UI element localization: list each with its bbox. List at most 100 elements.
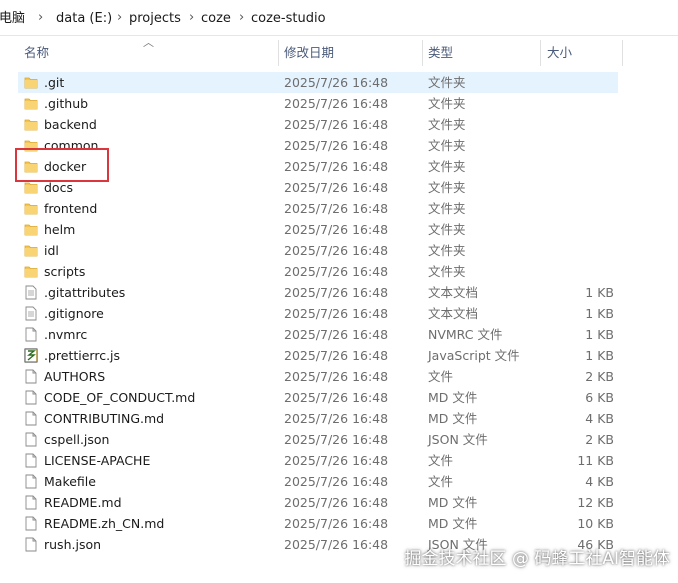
file-modified-date: 2025/7/26 16:48 xyxy=(284,390,389,405)
file-row[interactable]: CODE_OF_CONDUCT.md 2025/7/26 16:48 MD 文件 6 … xyxy=(18,387,618,408)
file-icon xyxy=(24,474,38,489)
file-row[interactable]: cspell.json 2025/7/26 16:48 JSON 文件 2 KB xyxy=(18,429,618,450)
file-type: 文件夹 xyxy=(428,75,466,90)
file-row[interactable]: docker 2025/7/26 16:48 文件夹 xyxy=(18,156,618,177)
file-size: 4 KB xyxy=(585,474,614,489)
file-type: 文本文档 xyxy=(428,285,479,300)
file-size: 1 KB xyxy=(585,285,614,300)
file-icon xyxy=(24,432,38,447)
file-name: CONTRIBUTING.md xyxy=(44,411,165,426)
file-type: 文件夹 xyxy=(428,117,466,132)
watermark: 掘金技术社区 @ 码蜂工社AI智能体 xyxy=(404,549,670,569)
file-type: MD 文件 xyxy=(428,411,478,426)
file-row[interactable]: .prettierrc.js 2025/7/26 16:48 JavaScript … xyxy=(18,345,618,366)
file-name: rush.json xyxy=(44,537,102,552)
column-divider[interactable] xyxy=(622,40,623,66)
file-row[interactable]: idl 2025/7/26 16:48 文件夹 xyxy=(18,240,618,261)
column-divider[interactable] xyxy=(540,40,541,66)
file-name: common xyxy=(44,138,99,153)
file-type: 文本文档 xyxy=(428,306,479,321)
file-icon xyxy=(24,537,38,552)
file-row[interactable]: CONTRIBUTING.md 2025/7/26 16:48 MD 文件 4 KB xyxy=(18,408,618,429)
file-modified-date: 2025/7/26 16:48 xyxy=(284,369,389,384)
file-name: LICENSE-APACHE xyxy=(44,453,151,468)
file-modified-date: 2025/7/26 16:48 xyxy=(284,306,389,321)
file-row[interactable]: AUTHORS 2025/7/26 16:48 文件 2 KB xyxy=(18,366,618,387)
breadcrumb-coze-studio[interactable]: coze-studio xyxy=(251,11,326,27)
breadcrumb-projects[interactable]: projects xyxy=(129,11,181,27)
column-modified-header[interactable]: 修改日期 xyxy=(284,36,334,70)
file-row[interactable]: LICENSE-APACHE 2025/7/26 16:48 文件 11 KB xyxy=(18,450,618,471)
breadcrumb-drive[interactable]: data (E:) xyxy=(56,11,112,27)
breadcrumb-separator-icon: › xyxy=(189,10,195,25)
column-type-header[interactable]: 类型 xyxy=(428,36,453,70)
file-modified-date: 2025/7/26 16:48 xyxy=(284,474,389,489)
file-row[interactable]: helm 2025/7/26 16:48 文件夹 xyxy=(18,219,618,240)
file-icon xyxy=(24,495,38,510)
file-size: 2 KB xyxy=(585,369,614,384)
file-row[interactable]: .github 2025/7/26 16:48 文件夹 xyxy=(18,93,618,114)
file-modified-date: 2025/7/26 16:48 xyxy=(284,453,389,468)
file-size: 1 KB xyxy=(585,348,614,363)
file-row[interactable]: .git 2025/7/26 16:48 文件夹 xyxy=(18,72,618,93)
column-name-header[interactable]: 名称 xyxy=(24,36,49,70)
file-size: 12 KB xyxy=(577,495,614,510)
file-size: 10 KB xyxy=(577,516,614,531)
file-row[interactable]: scripts 2025/7/26 16:48 文件夹 xyxy=(18,261,618,282)
breadcrumb: 此电脑 › data (E:) › projects › coze › coze… xyxy=(0,0,678,36)
folder-icon xyxy=(24,180,38,195)
file-type: JSON 文件 xyxy=(428,432,488,447)
file-name: cspell.json xyxy=(44,432,110,447)
file-row[interactable]: .gitignore 2025/7/26 16:48 文本文档 1 KB xyxy=(18,303,618,324)
folder-icon xyxy=(24,201,38,216)
folder-icon xyxy=(24,243,38,258)
file-type: 文件夹 xyxy=(428,138,466,153)
column-header: ︿ 名称 修改日期 类型 大小 xyxy=(0,36,678,70)
file-modified-date: 2025/7/26 16:48 xyxy=(284,117,389,132)
text-file-icon xyxy=(24,285,38,300)
file-size: 4 KB xyxy=(585,411,614,426)
file-name: README.md xyxy=(44,495,122,510)
file-name: CODE_OF_CONDUCT.md xyxy=(44,390,196,405)
folder-icon xyxy=(24,117,38,132)
file-modified-date: 2025/7/26 16:48 xyxy=(284,96,389,111)
file-size: 1 KB xyxy=(585,306,614,321)
file-row[interactable]: frontend 2025/7/26 16:48 文件夹 xyxy=(18,198,618,219)
file-type: MD 文件 xyxy=(428,516,478,531)
file-name: .github xyxy=(44,96,89,111)
folder-icon xyxy=(24,159,38,174)
file-row[interactable]: backend 2025/7/26 16:48 文件夹 xyxy=(18,114,618,135)
file-modified-date: 2025/7/26 16:48 xyxy=(284,222,389,237)
breadcrumb-this-pc[interactable]: 此电脑 xyxy=(0,11,25,27)
file-icon xyxy=(24,369,38,384)
breadcrumb-separator-icon: › xyxy=(38,10,44,25)
column-size-header[interactable]: 大小 xyxy=(547,36,572,70)
file-row[interactable]: common 2025/7/26 16:48 文件夹 xyxy=(18,135,618,156)
file-row[interactable]: docs 2025/7/26 16:48 文件夹 xyxy=(18,177,618,198)
file-name: .nvmrc xyxy=(44,327,88,342)
script-file-icon xyxy=(24,348,38,363)
file-row[interactable]: README.md 2025/7/26 16:48 MD 文件 12 KB xyxy=(18,492,618,513)
breadcrumb-separator-icon: › xyxy=(117,10,123,25)
file-name: AUTHORS xyxy=(44,369,106,384)
file-modified-date: 2025/7/26 16:48 xyxy=(284,201,389,216)
file-size: 1 KB xyxy=(585,327,614,342)
column-divider[interactable] xyxy=(422,40,423,66)
file-modified-date: 2025/7/26 16:48 xyxy=(284,75,389,90)
file-type: 文件 xyxy=(428,474,454,489)
file-row[interactable]: README.zh_CN.md 2025/7/26 16:48 MD 文件 10 KB xyxy=(18,513,618,534)
file-modified-date: 2025/7/26 16:48 xyxy=(284,138,389,153)
file-type: 文件夹 xyxy=(428,159,466,174)
file-modified-date: 2025/7/26 16:48 xyxy=(284,516,389,531)
file-type: 文件夹 xyxy=(428,243,466,258)
column-divider[interactable] xyxy=(278,40,279,66)
file-name: .gitattributes xyxy=(44,285,126,300)
file-name: scripts xyxy=(44,264,86,279)
file-row[interactable]: Makefile 2025/7/26 16:48 文件 4 KB xyxy=(18,471,618,492)
folder-icon xyxy=(24,138,38,153)
file-row[interactable]: .nvmrc 2025/7/26 16:48 NVMRC 文件 1 KB xyxy=(18,324,618,345)
file-row[interactable]: .gitattributes 2025/7/26 16:48 文本文档 1 KB xyxy=(18,282,618,303)
file-name: Makefile xyxy=(44,474,96,489)
breadcrumb-coze[interactable]: coze xyxy=(201,11,231,27)
file-modified-date: 2025/7/26 16:48 xyxy=(284,348,389,363)
